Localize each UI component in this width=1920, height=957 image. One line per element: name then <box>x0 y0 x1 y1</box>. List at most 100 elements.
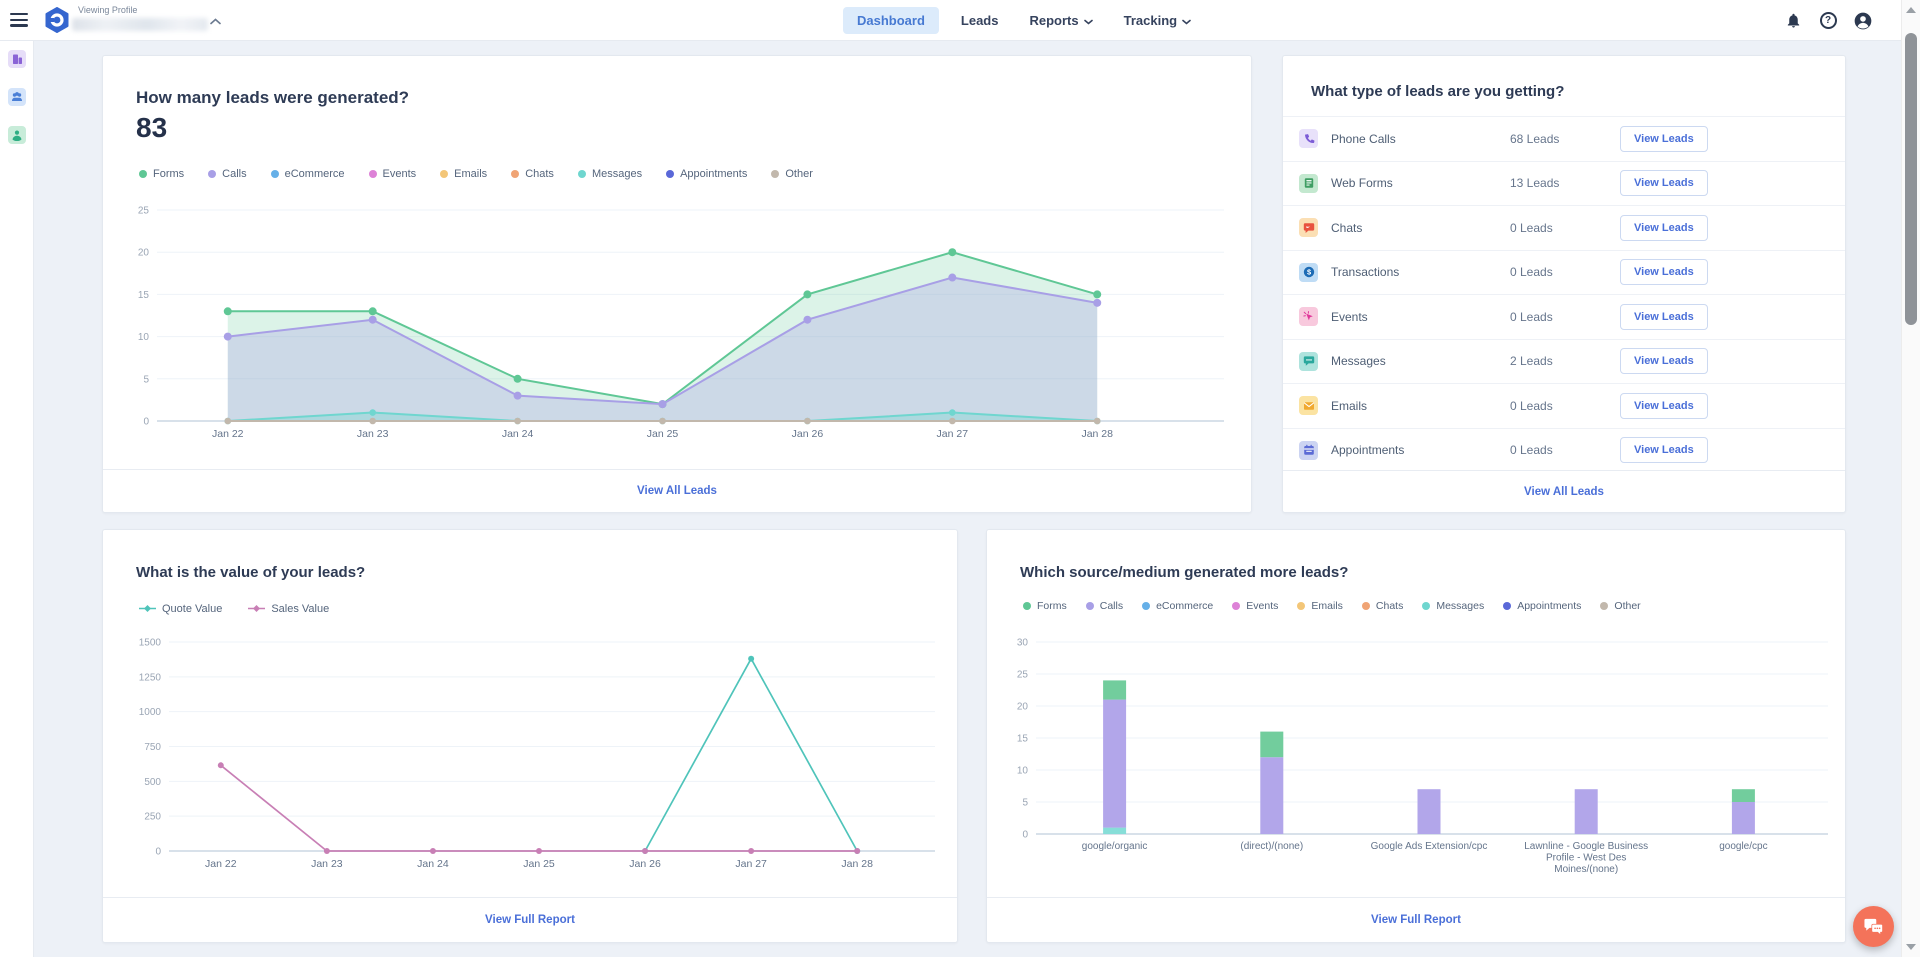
svg-text:0: 0 <box>1022 830 1028 841</box>
chevron-down-icon <box>1084 13 1093 28</box>
panel-title: How many leads were generated? <box>136 88 409 108</box>
legend-item-calls[interactable]: Calls <box>1086 600 1123 612</box>
help-icon[interactable]: ? <box>1818 11 1838 31</box>
view-all-leads-link[interactable]: View All Leads <box>1524 486 1604 498</box>
legend-item-messages[interactable]: Messages <box>1422 600 1484 612</box>
lead-type-label: Messages <box>1331 354 1510 368</box>
svg-text:(direct)/(none): (direct)/(none) <box>1240 841 1303 852</box>
panel-source-medium: Which source/medium generated more leads… <box>986 529 1846 943</box>
tab-leads[interactable]: Leads <box>952 7 1008 34</box>
legend-item-sales-value[interactable]: Sales Value <box>248 600 329 618</box>
legend-label: Appointments <box>680 168 747 180</box>
tab-reports[interactable]: Reports <box>1020 7 1101 34</box>
view-leads-button[interactable]: View Leads <box>1620 348 1708 374</box>
legend-item-forms[interactable]: Forms <box>139 168 184 180</box>
chat-icon <box>1299 218 1318 237</box>
chat-bubbles-icon <box>1863 917 1885 937</box>
legend-item-emails[interactable]: Emails <box>440 168 487 180</box>
notifications-bell-icon[interactable] <box>1783 11 1803 31</box>
legend-label: eCommerce <box>1156 600 1213 612</box>
svg-text:Jan 27: Jan 27 <box>937 428 969 440</box>
legend-item-forms[interactable]: Forms <box>1023 600 1067 612</box>
legend-item-other[interactable]: Other <box>771 168 813 180</box>
svg-text:10: 10 <box>138 332 150 343</box>
lead-type-count: 68 Leads <box>1510 132 1620 146</box>
chevron-up-icon[interactable] <box>210 12 221 30</box>
view-leads-button[interactable]: View Leads <box>1620 170 1708 196</box>
legend-item-events[interactable]: Events <box>1232 600 1278 612</box>
legend-dot-icon <box>1023 602 1031 610</box>
view-all-leads-link[interactable]: View All Leads <box>637 485 717 497</box>
legend-item-chats[interactable]: Chats <box>1362 600 1403 612</box>
view-leads-button[interactable]: View Leads <box>1620 437 1708 463</box>
scroll-up-arrow-icon[interactable] <box>1906 7 1916 13</box>
sidebar-item-building-icon[interactable] <box>8 50 26 68</box>
view-leads-button[interactable]: View Leads <box>1620 259 1708 285</box>
event-icon <box>1299 307 1318 326</box>
legend-dot-icon <box>666 170 674 178</box>
legend-dot-icon <box>1297 602 1305 610</box>
chart-legend: Forms Calls eCommerce Events Emails Chats Mess… <box>1023 600 1641 612</box>
legend-label: Messages <box>1436 600 1484 612</box>
svg-text:Jan 22: Jan 22 <box>212 428 244 440</box>
tab-dashboard[interactable]: Dashboard <box>843 7 939 34</box>
lead-type-row-appointments: Appointments0 LeadsView Leads <box>1283 428 1845 473</box>
legend-item-ecommerce[interactable]: eCommerce <box>271 168 345 180</box>
account-avatar-icon[interactable] <box>1853 11 1873 31</box>
legend-item-calls[interactable]: Calls <box>208 168 246 180</box>
profile-selector[interactable]: Viewing Profile <box>78 5 137 15</box>
chart-legend: Quote Value Sales Value <box>139 600 329 618</box>
vertical-scrollbar[interactable] <box>1901 0 1920 957</box>
legend-label: Appointments <box>1517 600 1581 612</box>
lead-type-row-phone-calls: Phone Calls68 LeadsView Leads <box>1283 116 1845 161</box>
svg-text:1500: 1500 <box>139 638 162 649</box>
lead-type-row-web-forms: Web Forms13 LeadsView Leads <box>1283 161 1845 206</box>
legend-item-chats[interactable]: Chats <box>511 168 554 180</box>
legend-item-events[interactable]: Events <box>369 168 417 180</box>
legend-item-emails[interactable]: Emails <box>1297 600 1343 612</box>
legend-item-other[interactable]: Other <box>1600 600 1640 612</box>
sidebar-item-person-icon[interactable] <box>8 126 26 144</box>
legend-label: Emails <box>454 168 487 180</box>
view-leads-button[interactable]: View Leads <box>1620 215 1708 241</box>
hamburger-menu-icon[interactable] <box>10 13 28 27</box>
lead-type-count: 0 Leads <box>1510 443 1620 457</box>
app-logo-icon[interactable] <box>44 7 70 33</box>
svg-text:Jan 23: Jan 23 <box>311 858 343 870</box>
web-form-icon <box>1299 174 1318 193</box>
legend-item-appointments[interactable]: Appointments <box>666 168 747 180</box>
legend-dot-icon <box>771 170 779 178</box>
chart-lead_value: 0250500750100012501500Jan 22Jan 23Jan 24… <box>123 622 939 878</box>
tab-tracking[interactable]: Tracking <box>1115 7 1200 34</box>
lead-value-chart: 0250500750100012501500Jan 22Jan 23Jan 24… <box>123 622 939 878</box>
svg-text:Jan 23: Jan 23 <box>357 428 389 440</box>
view-leads-button[interactable]: View Leads <box>1620 304 1708 330</box>
panel-title: Which source/medium generated more leads… <box>1020 564 1348 581</box>
legend-item-appointments[interactable]: Appointments <box>1503 600 1581 612</box>
svg-text:15: 15 <box>138 290 150 301</box>
tab-label: Dashboard <box>857 13 925 28</box>
svg-text:Jan 24: Jan 24 <box>417 858 449 870</box>
legend-item-quote-value[interactable]: Quote Value <box>139 600 222 618</box>
scrollbar-thumb[interactable] <box>1905 33 1917 325</box>
legend-dot-icon <box>369 170 377 178</box>
legend-item-ecommerce[interactable]: eCommerce <box>1142 600 1213 612</box>
legend-item-messages[interactable]: Messages <box>578 168 642 180</box>
view-leads-button[interactable]: View Leads <box>1620 393 1708 419</box>
panel-lead-types: What type of leads are you getting? Phon… <box>1282 55 1846 513</box>
profile-name-redacted <box>72 18 208 31</box>
panel-footer: View All Leads <box>103 469 1251 512</box>
legend-dot-icon <box>511 170 519 178</box>
view-full-report-link[interactable]: View Full Report <box>485 914 575 926</box>
view-full-report-link[interactable]: View Full Report <box>1371 914 1461 926</box>
lead-type-label: Transactions <box>1331 265 1510 279</box>
scroll-down-arrow-icon[interactable] <box>1906 944 1916 950</box>
legend-dot-icon <box>1422 602 1430 610</box>
legend-dot-icon <box>1086 602 1094 610</box>
chat-widget-button[interactable] <box>1853 906 1894 947</box>
sidebar-item-users-icon[interactable] <box>8 88 26 106</box>
appointment-icon <box>1299 441 1318 460</box>
view-leads-button[interactable]: View Leads <box>1620 126 1708 152</box>
svg-text:Jan 28: Jan 28 <box>841 858 873 870</box>
panel-leads-generated: How many leads were generated? 83 FormsC… <box>102 55 1252 513</box>
